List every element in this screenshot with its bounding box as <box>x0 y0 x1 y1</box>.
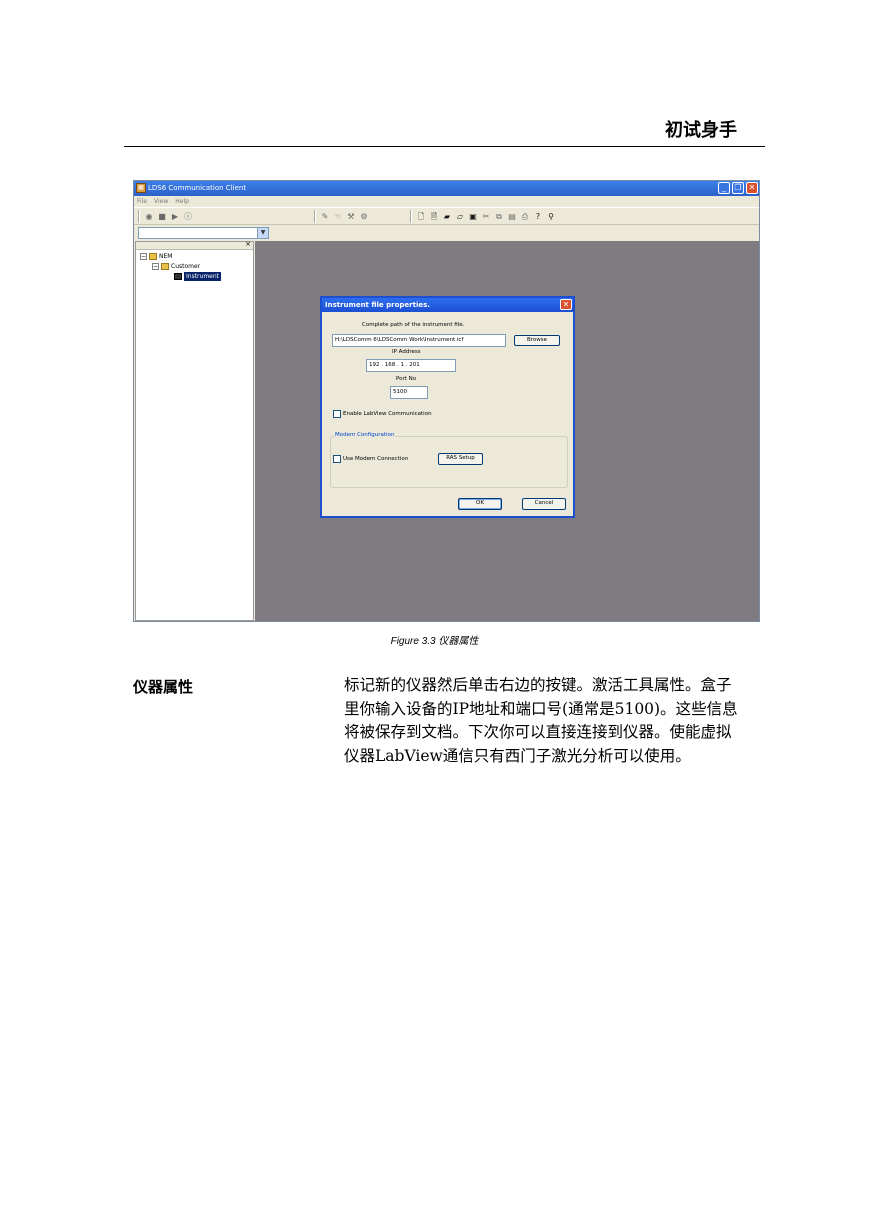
close-pane-icon[interactable]: × <box>245 240 251 248</box>
dialog-titlebar: Instrument file properties. ✕ <box>322 298 573 312</box>
cut-icon[interactable]: ✂ <box>481 212 491 222</box>
restore-icon[interactable]: ❐ <box>732 182 744 194</box>
menu-help[interactable]: Help <box>175 196 189 207</box>
tree-pane: × − NEM − Customer Instrument <box>135 240 254 621</box>
tree-instrument-label: Instrument <box>184 272 222 281</box>
page-header-title: 初试身手 <box>665 120 737 141</box>
window-titlebar: ▦ LDS6 Communication Client _ ❐ ✕ <box>134 181 759 196</box>
chevron-down-icon[interactable]: ▼ <box>257 228 268 238</box>
browse-button[interactable]: Browse <box>514 335 560 346</box>
new-file-icon[interactable]: 🗋 <box>416 212 426 222</box>
path-input[interactable]: H:\LDSComm 6\LDSComm Work\Instrument.icf <box>332 334 506 347</box>
labview-label: Enable LabView Communication <box>343 411 432 417</box>
labview-checkbox[interactable] <box>333 410 341 418</box>
ras-setup-button[interactable]: RAS Setup <box>438 453 483 465</box>
help-icon[interactable]: ? <box>533 212 543 222</box>
app-screenshot: ▦ LDS6 Communication Client _ ❐ ✕ File V… <box>133 180 760 622</box>
tree-node-root[interactable]: − NEM <box>140 252 172 261</box>
dialog-close-icon[interactable]: ✕ <box>560 299 572 310</box>
window-title: LDS6 Communication Client <box>148 184 247 192</box>
section-label: 仪器属性 <box>133 678 194 696</box>
settings-icon[interactable]: ⚙ <box>359 212 369 222</box>
search-icon[interactable]: ⚲ <box>546 212 556 222</box>
hand-icon[interactable]: ☜ <box>333 212 343 222</box>
instrument-combo[interactable]: ▼ <box>138 227 269 239</box>
play-icon[interactable]: ▶ <box>170 212 180 222</box>
menubar: File View Help <box>134 196 759 207</box>
minimize-icon[interactable]: _ <box>718 182 730 194</box>
ip-label: IP Address <box>392 349 421 355</box>
stop-icon[interactable]: ■ <box>157 212 167 222</box>
copy-icon[interactable]: ⧉ <box>494 212 504 222</box>
menu-view[interactable]: View <box>154 196 168 207</box>
close-icon[interactable]: ✕ <box>746 182 758 194</box>
window-controls: _ ❐ ✕ <box>718 182 758 194</box>
toolbar: ◉ ■ ▶ ⓘ ✎ ☜ ⚒ ⚙ 🗋 🗎 ▰ ▱ ▣ ✂ ⧉ ▤ ⎙ ? ⚲ <box>134 207 759 225</box>
port-input[interactable]: 5100 <box>390 386 428 399</box>
ip-address-input[interactable]: 192 . 168 . 1 . 201 <box>366 359 456 372</box>
modem-group-label: Modem Configuration <box>334 432 396 438</box>
path-label: Complete path of the instrument file. <box>362 322 465 328</box>
tree-customer-label: Customer <box>171 263 201 270</box>
folder-icon <box>149 253 157 260</box>
customer-folder-icon <box>161 263 169 270</box>
instrument-icon <box>174 273 182 280</box>
body-paragraph: 标记新的仪器然后单击右边的按键。激活工具属性。盒子里你输入设备的IP地址和端口号… <box>344 676 738 765</box>
cancel-button[interactable]: Cancel <box>522 498 566 510</box>
tree-root-label: NEM <box>159 253 173 260</box>
modem-checkbox[interactable] <box>333 455 341 463</box>
app-icon: ▦ <box>136 183 146 193</box>
paste-icon[interactable]: ▤ <box>507 212 517 222</box>
toolbar-group-run: ◉ ■ ▶ ⓘ <box>138 210 193 223</box>
port-label: Port No <box>396 376 417 382</box>
tree-node-customer[interactable]: − Customer <box>152 262 200 271</box>
collapse-icon[interactable]: − <box>140 253 147 260</box>
open-icon[interactable]: ▱ <box>455 212 465 222</box>
collapse-icon[interactable]: − <box>152 263 159 270</box>
info-icon[interactable]: ⓘ <box>183 212 193 222</box>
print-icon[interactable]: ⎙ <box>520 212 530 222</box>
save-icon[interactable]: ▣ <box>468 212 478 222</box>
figure-caption: Figure 3.3 仪器属性 <box>390 636 479 647</box>
dialog-title: Instrument file properties. <box>325 301 430 309</box>
toolbar-group-tools: ✎ ☜ ⚒ ⚙ <box>314 210 369 223</box>
connect-icon[interactable]: ◉ <box>144 212 154 222</box>
tree-node-instrument[interactable]: Instrument <box>174 272 222 281</box>
new-doc-icon[interactable]: 🗎 <box>429 212 439 222</box>
menu-file[interactable]: File <box>137 196 147 207</box>
toolbar-group-file: 🗋 🗎 ▰ ▱ ▣ ✂ ⧉ ▤ ⎙ ? ⚲ <box>410 210 556 223</box>
header-rule <box>124 146 765 147</box>
tools-icon[interactable]: ⚒ <box>346 212 356 222</box>
instrument-properties-dialog: Instrument file properties. ✕ Complete p… <box>320 296 575 518</box>
tree-pane-header: × <box>136 240 253 250</box>
wrench-icon[interactable]: ✎ <box>320 212 330 222</box>
modem-label: Use Modem Connection <box>343 456 409 462</box>
ok-button[interactable]: OK <box>458 498 502 510</box>
open-folder-icon[interactable]: ▰ <box>442 212 452 222</box>
